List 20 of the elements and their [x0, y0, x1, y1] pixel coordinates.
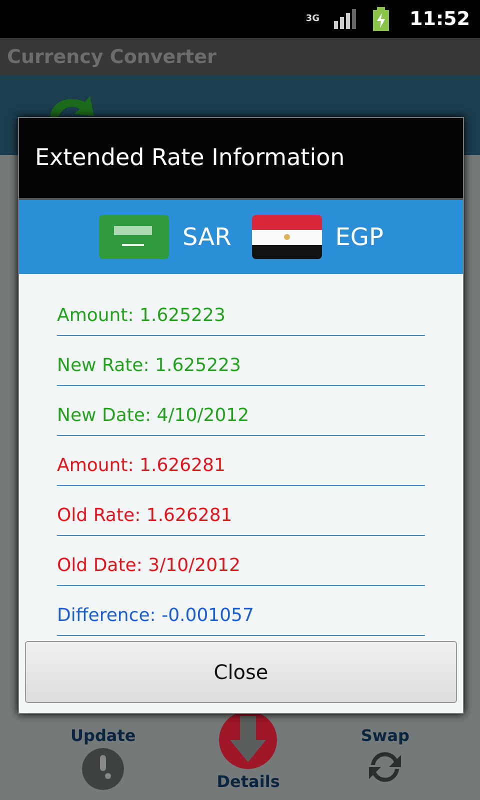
- battery-icon: [372, 7, 390, 31]
- rate-info-text: Amount: 1.626281: [57, 455, 226, 476]
- clock-time: 11:52: [410, 8, 470, 30]
- dialog-title: Extended Rate Information: [35, 145, 345, 171]
- flag-icon: [251, 214, 324, 260]
- details-button[interactable]: Details: [216, 710, 280, 791]
- update-button[interactable]: Update: [70, 726, 136, 791]
- flag-icon: [98, 214, 170, 260]
- network-type: 3G: [306, 14, 320, 24]
- rate-info-text: Old Date: 3/10/2012: [57, 555, 240, 576]
- rate-info-text: New Date: 4/10/2012: [57, 405, 250, 426]
- close-button[interactable]: Close: [25, 641, 457, 703]
- rate-info-text: Old Rate: 1.626281: [57, 505, 232, 526]
- currency-code: EGP: [335, 223, 384, 251]
- rate-info-text: Difference: -0.001057: [57, 605, 254, 626]
- signal-icon: [334, 9, 358, 29]
- rate-info-text: New Rate: 1.625223: [57, 355, 241, 376]
- rate-info-text: Amount: 1.625223: [57, 305, 226, 326]
- swap-button[interactable]: Swap: [360, 726, 410, 787]
- currency-code: SAR: [182, 223, 232, 251]
